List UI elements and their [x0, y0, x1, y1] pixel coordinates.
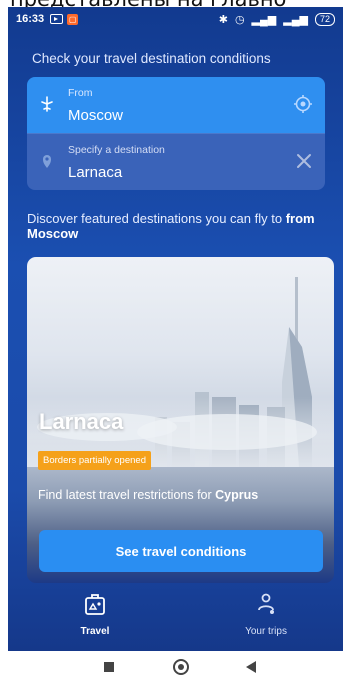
battery-indicator: 72 — [314, 12, 335, 26]
discover-from-word: from — [285, 211, 315, 226]
luggage-icon — [85, 594, 105, 615]
status-icons: ✱ ◷ ▂▄▆ ▂▄▆ 72 — [218, 12, 335, 26]
locate-icon[interactable] — [293, 94, 313, 114]
close-icon[interactable] — [295, 152, 313, 170]
discover-city: Moscow — [27, 226, 79, 241]
restrictions-prefix: Find latest travel restrictions for — [38, 488, 216, 502]
status-bar: 16:33 ▢ ✱ ◷ ▂▄▆ ▂▄▆ 72 — [8, 7, 343, 31]
destination-field[interactable]: Specify a destination Larnaca — [27, 133, 325, 190]
restrictions-country: Cyprus — [215, 488, 259, 502]
notification-app-icon: ▢ — [67, 13, 79, 25]
alarm-icon: ◷ — [234, 13, 245, 26]
destination-city-title: Larnaca — [39, 409, 124, 434]
back-icon[interactable] — [246, 661, 256, 673]
destination-value: Larnaca — [68, 164, 123, 181]
nav-label-your-trips: Your trips — [245, 626, 287, 637]
from-label: From — [68, 87, 93, 99]
plane-icon — [41, 96, 53, 112]
nav-label-travel: Travel — [80, 626, 110, 637]
from-field[interactable]: From Moscow — [27, 77, 325, 133]
status-time: 16:33 — [16, 13, 45, 25]
bottom-navigation: Travel Your trips — [8, 585, 343, 651]
route-card: From Moscow Specify a destination Larnac… — [27, 77, 325, 190]
bluetooth-icon: ✱ — [218, 13, 228, 26]
status-badge: Borders partially opened — [38, 451, 151, 470]
restrictions-text: Find latest travel restrictions for Cypr… — [38, 488, 258, 502]
location-pin-icon — [43, 155, 51, 168]
person-pin-icon — [258, 593, 274, 614]
system-navigation-bar — [0, 651, 350, 684]
nav-item-your-trips[interactable]: Your trips — [211, 591, 321, 637]
nav-item-travel[interactable]: Travel — [40, 591, 150, 637]
recent-apps-icon[interactable] — [104, 662, 114, 672]
signal-icon-2: ▂▄▆ — [283, 13, 308, 26]
from-value: Moscow — [68, 107, 124, 124]
page-headline: Check your travel destination conditions — [32, 51, 271, 66]
video-app-icon — [50, 14, 64, 24]
discover-text: Discover featured destinations you can f… — [27, 211, 332, 241]
discover-prefix: Discover featured destinations you can f… — [27, 211, 286, 226]
app-screen: 16:33 ▢ ✱ ◷ ▂▄▆ ▂▄▆ 72 Check your travel… — [8, 7, 343, 651]
signal-icon: ▂▄▆ — [251, 13, 277, 26]
see-travel-conditions-button[interactable]: See travel conditions — [39, 530, 323, 572]
featured-destination-card[interactable]: Larnaca Borders partially opened Find la… — [27, 257, 334, 583]
home-icon[interactable] — [173, 659, 189, 675]
destination-label: Specify a destination — [68, 144, 165, 156]
